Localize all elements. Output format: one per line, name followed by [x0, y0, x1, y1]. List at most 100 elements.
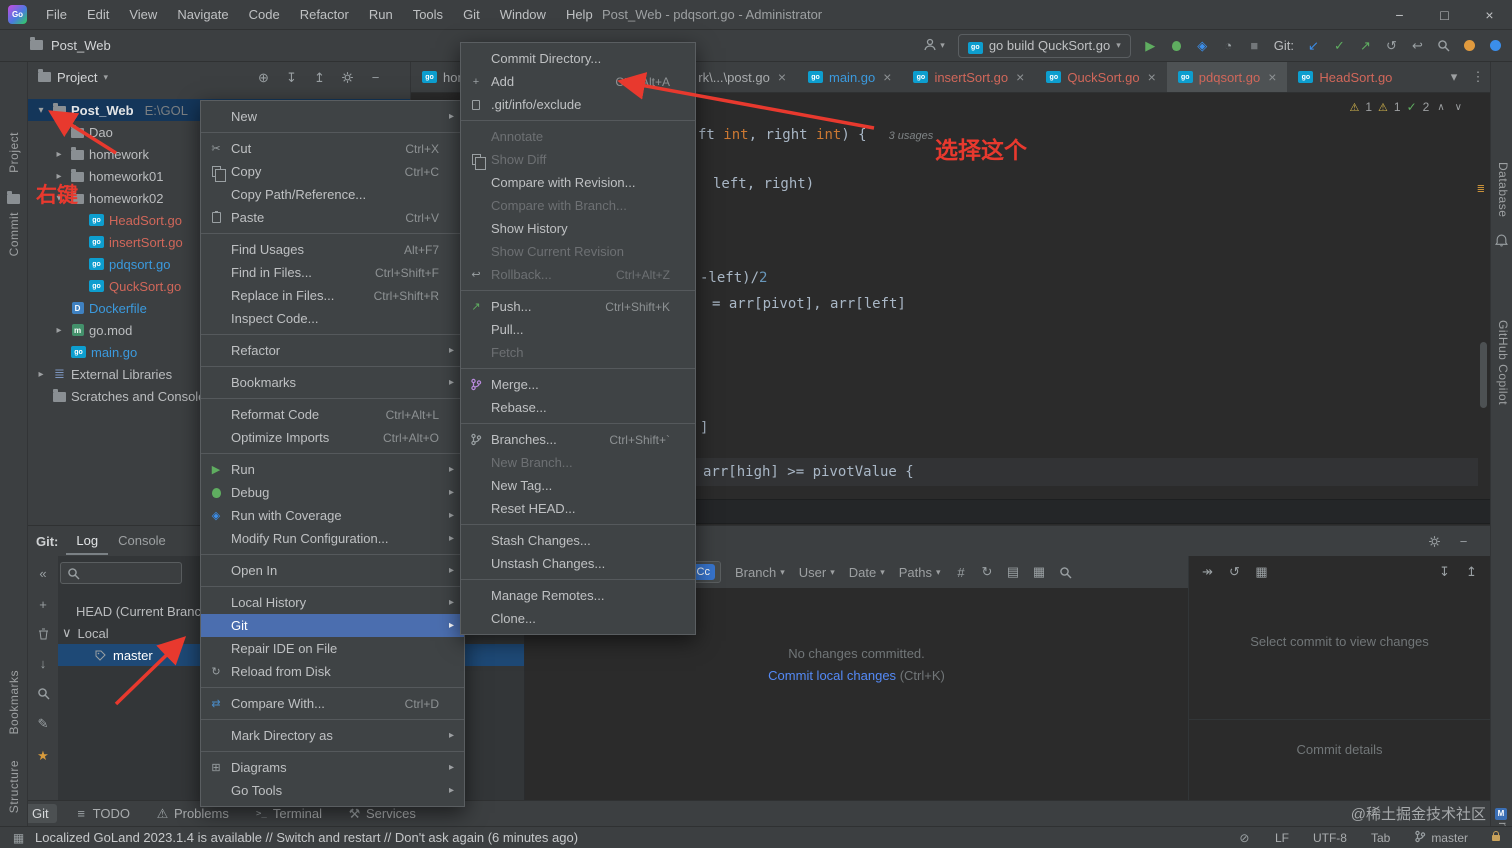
preview-button[interactable]: ▤	[1007, 564, 1020, 580]
context-menu-item-inspect-code[interactable]: Inspect Code...	[201, 307, 464, 330]
push-button[interactable]: ↗	[1359, 38, 1372, 54]
git-submenu-item-commit-directory[interactable]: Commit Directory...	[461, 47, 695, 70]
menu-code[interactable]: Code	[240, 3, 289, 26]
menu-view[interactable]: View	[120, 3, 166, 26]
context-menu-item-optimize-imports[interactable]: Optimize Imports Ctrl+Alt+O	[201, 426, 464, 449]
history-button[interactable]: ↺	[1385, 38, 1398, 54]
git-submenu-item-compare-with-branch[interactable]: Compare with Branch...	[461, 194, 695, 217]
menu-tools[interactable]: Tools	[404, 3, 452, 26]
filter-paths-dropdown[interactable]: Paths ▾	[899, 565, 941, 580]
encoding-indicator[interactable]: UTF-8	[1313, 831, 1347, 845]
git-submenu-item-unstash-changes[interactable]: Unstash Changes...	[461, 552, 695, 575]
context-menu-item-run-with-coverage[interactable]: ◈ Run with Coverage ▸	[201, 504, 464, 527]
context-menu-item-mark-directory-as[interactable]: Mark Directory as ▸	[201, 724, 464, 747]
context-menu-item-diagrams[interactable]: ⊞ Diagrams ▸	[201, 756, 464, 779]
menu-window[interactable]: Window	[491, 3, 555, 26]
git-submenu-item-push[interactable]: ↗ Push... Ctrl+Shift+K	[461, 295, 695, 318]
profiler-button[interactable]: ◔	[1222, 38, 1235, 54]
stripe-label-github-copilot[interactable]: GitHub Copilot	[1496, 320, 1510, 405]
commit-local-changes-link[interactable]: Commit local changes	[768, 668, 896, 683]
context-menu-item-repair-ide-on-file[interactable]: Repair IDE on File	[201, 637, 464, 660]
debug-button[interactable]	[1170, 38, 1183, 54]
context-menu-item-local-history[interactable]: Local History ▸	[201, 591, 464, 614]
settings-button[interactable]	[341, 71, 354, 84]
indent-indicator[interactable]: Tab	[1371, 831, 1390, 845]
git-submenu-item-new-tag[interactable]: New Tag...	[461, 474, 695, 497]
menu-refactor[interactable]: Refactor	[291, 3, 358, 26]
context-menu-item-cut[interactable]: ✂ Cut Ctrl+X	[201, 137, 464, 160]
git-submenu-item-stash-changes[interactable]: Stash Changes...	[461, 529, 695, 552]
run-button[interactable]: ▶	[1144, 38, 1157, 54]
user-account-button[interactable]: ▾	[923, 38, 945, 54]
context-menu-item-go-tools[interactable]: Go Tools ▸	[201, 779, 464, 802]
line-separator-indicator[interactable]: LF	[1275, 831, 1289, 845]
git-submenu-item-annotate[interactable]: Annotate	[461, 125, 695, 148]
refresh-button[interactable]: ↻	[981, 564, 994, 580]
scroll-down-button[interactable]: ↧	[285, 70, 298, 86]
chevron-right-icon[interactable]: ▸	[34, 369, 48, 380]
context-menu-item-open-in[interactable]: Open In ▸	[201, 559, 464, 582]
git-tab-log[interactable]: Log	[66, 528, 109, 555]
add-button[interactable]: +	[37, 597, 50, 612]
chevron-right-icon[interactable]: ▸	[52, 325, 66, 336]
notifications-icon[interactable]	[1495, 234, 1508, 250]
git-submenu-item-clone[interactable]: Clone...	[461, 607, 695, 630]
git-branch-indicator[interactable]: master	[1414, 830, 1468, 846]
context-menu-item-new[interactable]: New ▸	[201, 105, 464, 128]
context-menu-item-reformat-code[interactable]: Reformat Code Ctrl+Alt+L	[201, 403, 464, 426]
git-submenu-item-show-current-revision[interactable]: Show Current Revision	[461, 240, 695, 263]
expand-button[interactable]: ↧	[1438, 564, 1451, 580]
git-submenu-item-reset-head[interactable]: Reset HEAD...	[461, 497, 695, 520]
git-submenu-item-git-info-exclude[interactable]: .git/info/exclude	[461, 93, 695, 116]
git-submenu-item-branches[interactable]: Branches... Ctrl+Shift+`	[461, 428, 695, 451]
edit-button[interactable]: ✎	[37, 716, 50, 732]
find-button[interactable]	[1059, 566, 1072, 579]
rollback-button[interactable]: ↩	[1411, 38, 1424, 54]
context-menu-item-copy-path-reference[interactable]: Copy Path/Reference...	[201, 183, 464, 206]
commit-toolwindow-icon[interactable]	[7, 191, 20, 207]
locate-button[interactable]: ⊕	[257, 70, 270, 86]
git-submenu-item-show-history[interactable]: Show History	[461, 217, 695, 240]
revert-button[interactable]: ↺	[1228, 564, 1241, 580]
minimize-button[interactable]: −	[1377, 0, 1422, 30]
filter-branch-dropdown[interactable]: Branch ▾	[735, 565, 785, 580]
remove-button[interactable]	[37, 628, 50, 640]
menu-file[interactable]: File	[37, 3, 76, 26]
previous-problem-icon[interactable]: ∧	[1435, 102, 1446, 113]
context-menu-item-reload-from-disk[interactable]: ↻ Reload from Disk	[201, 660, 464, 683]
stripe-label-project[interactable]: Project	[7, 132, 21, 173]
context-menu-item-run[interactable]: ▶ Run ▸	[201, 458, 464, 481]
do-not-disturb-icon[interactable]: ⊘	[1238, 831, 1251, 845]
maximize-button[interactable]: □	[1422, 0, 1467, 30]
stripe-label-structure[interactable]: Structure	[7, 760, 21, 813]
grid-button[interactable]: ▦	[1033, 564, 1046, 580]
status-message[interactable]: Localized GoLand 2023.1.4 is available /…	[35, 830, 578, 845]
hide-button[interactable]: «	[37, 566, 50, 581]
git-submenu-item-pull[interactable]: Pull...	[461, 318, 695, 341]
make-icon[interactable]: M	[1495, 804, 1507, 820]
menu-git[interactable]: Git	[454, 3, 489, 26]
update-available-button[interactable]	[1463, 39, 1476, 52]
context-menu-item-git[interactable]: Git ▸	[201, 614, 464, 637]
stripe-label-database[interactable]: Database	[1496, 162, 1510, 217]
tool-window-switcher-icon[interactable]: ▦	[12, 831, 25, 845]
git-submenu-item-new-branch[interactable]: New Branch...	[461, 451, 695, 474]
layout-button[interactable]: ▦	[1255, 564, 1268, 580]
jump-button[interactable]: ↠	[1201, 564, 1214, 580]
context-menu-item-modify-run-configuration[interactable]: Modify Run Configuration... ▸	[201, 527, 464, 550]
update-button[interactable]: ↙	[1307, 38, 1320, 54]
git-submenu-item-fetch[interactable]: Fetch	[461, 341, 695, 364]
git-submenu-item-show-diff[interactable]: Show Diff	[461, 148, 695, 171]
favorite-button[interactable]: ★	[37, 748, 50, 764]
menu-edit[interactable]: Edit	[78, 3, 118, 26]
hide-panel-button[interactable]: −	[369, 70, 382, 85]
stripe-label-bookmarks[interactable]: Bookmarks	[7, 670, 21, 735]
hash-button[interactable]: #	[955, 565, 968, 580]
tool-window-todo[interactable]: ≡ TODO	[67, 804, 138, 823]
context-menu-item-paste[interactable]: Paste Ctrl+V	[201, 206, 464, 229]
scroll-up-button[interactable]: ↥	[313, 70, 326, 86]
stop-button[interactable]: ■	[1248, 38, 1261, 54]
menu-help[interactable]: Help	[557, 3, 602, 26]
find-button[interactable]	[37, 687, 50, 700]
chevron-right-icon[interactable]: ▸	[52, 149, 66, 160]
